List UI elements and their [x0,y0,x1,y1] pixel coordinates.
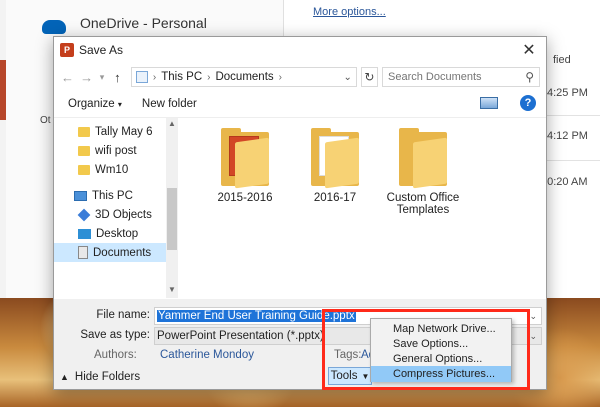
chevron-down-icon[interactable]: ⌄ [529,331,537,342]
menu-item-compress-pictures[interactable]: Compress Pictures... [371,366,511,382]
tools-menu: Map Network Drive... Save Options... Gen… [370,318,512,382]
close-button[interactable]: ✕ [520,41,538,59]
row-divider [540,115,600,116]
nav-item-3d-objects[interactable]: 3D Objects [54,205,166,224]
organize-label: Organize [68,98,115,110]
recent-time-2: 4:12 PM [547,130,588,142]
hide-folders-button[interactable]: ▲ Hide Folders [60,371,140,383]
folder-label: 2016-17 [313,192,357,204]
recent-time-3: 10:20 AM [541,176,588,188]
computer-icon [74,190,87,201]
hide-folders-label: Hide Folders [74,371,141,383]
nav-item-desktop[interactable]: Desktop [54,224,166,243]
chevron-down-icon: ▼ [361,371,370,381]
tools-label: Tools [330,370,358,382]
nav-item-label: Wm10 [95,163,129,176]
file-list: 2015-2016 2016-17 Custom Office Template… [178,118,546,298]
modified-fragment: fied [553,54,571,66]
onedrive-cloud-icon [42,20,66,34]
pc-location-icon [135,71,148,83]
folder-label: 2015-2016 [217,192,273,204]
refresh-icon: ↻ [364,70,375,84]
help-icon[interactable]: ? [520,95,536,111]
folder-item[interactable]: Custom Office Templates [378,128,468,216]
search-input[interactable] [388,71,520,83]
folder-label: Custom Office Templates [386,192,460,216]
backstage-red-accent [0,60,6,120]
nav-item-label: Desktop [96,227,139,240]
folder-item[interactable]: 2015-2016 [200,128,290,204]
folder-item[interactable]: 2016-17 [290,128,380,204]
file-name-label: File name: [96,309,150,321]
save-as-type-label: Save as type: [80,329,150,341]
address-bar[interactable]: › This PC › Documents › ⌄ [130,67,357,87]
folder-icon [221,128,269,189]
nav-item-label: wifi post [95,144,137,157]
left-fragment: Ot [40,115,51,126]
breadcrumb-separator-icon[interactable]: › [153,72,156,83]
dialog-titlebar: P Save As ✕ [54,37,546,63]
nav-item-label: This PC [92,189,133,202]
search-box[interactable]: ⚲ [382,67,540,87]
3d-objects-icon [77,208,91,221]
row-divider [540,160,600,161]
breadcrumb-separator-icon[interactable]: › [279,72,282,83]
nav-item-tally-may-6[interactable]: Tally May 6 [54,122,166,141]
file-name-value: Yammer End User Training Guide.pptx [157,310,356,322]
nav-item-label: Documents [93,246,152,259]
nav-item-wm10[interactable]: Wm10 [54,160,166,179]
authors-value[interactable]: Catherine Mondoy [160,349,254,361]
chevron-up-icon: ▲ [60,372,69,382]
nav-scrollbar-thumb[interactable] [167,188,177,250]
menu-item-general-options[interactable]: General Options... [371,351,511,367]
folder-icon [399,128,447,189]
organize-chevron-icon: ▾ [117,100,122,109]
back-arrow-icon[interactable]: ← [60,67,75,87]
folder-icon [78,145,90,156]
breadcrumb-separator-icon[interactable]: › [207,72,210,83]
nav-item-this-pc[interactable]: This PC [54,186,166,205]
dialog-title: Save As [79,43,124,57]
tools-button[interactable]: Tools ▼ [328,367,372,385]
organize-button[interactable]: Organize ▾ [68,98,122,110]
documents-icon [78,246,88,259]
authors-label: Authors: [94,349,137,361]
save-as-type-value: PowerPoint Presentation (*.pptx) [157,330,324,342]
address-dropdown-icon[interactable]: ⌄ [344,72,352,83]
navigation-bar: ← → ▾ ↑ › This PC › Documents › ⌄ ↻ ⚲ [54,63,546,91]
folder-icon [78,126,90,137]
nav-item-label: 3D Objects [95,208,152,221]
forward-arrow-icon[interactable]: → [79,67,94,87]
recent-time-1: 4:25 PM [547,87,588,99]
folder-icon [78,164,90,175]
breadcrumb-this-pc[interactable]: This PC [161,71,202,83]
command-toolbar: Organize ▾ New folder ? [54,91,546,117]
folder-icon [311,128,359,189]
breadcrumb-documents[interactable]: Documents [215,71,273,83]
tags-label: Tags: [334,349,362,361]
search-icon[interactable]: ⚲ [525,70,534,84]
up-arrow-icon[interactable]: ↑ [110,67,125,87]
powerpoint-icon: P [60,43,74,57]
scroll-down-icon[interactable]: ▼ [166,284,178,296]
menu-item-save-options[interactable]: Save Options... [371,336,511,352]
scroll-up-icon[interactable]: ▲ [166,118,178,130]
navigation-pane[interactable]: Tally May 6 wifi post Wm10 This PC 3D Ob… [54,118,178,298]
refresh-button[interactable]: ↻ [360,67,378,87]
change-view-icon[interactable] [480,97,498,109]
chevron-down-icon[interactable]: ⌄ [529,311,537,322]
menu-item-map-network-drive[interactable]: Map Network Drive... [371,321,511,337]
new-folder-button[interactable]: New folder [142,98,197,110]
onedrive-location[interactable]: OneDrive - Personal [80,15,207,31]
nav-item-label: Tally May 6 [95,125,153,138]
desktop-icon [78,228,91,239]
more-options-link[interactable]: More options... [313,6,386,18]
browser-area: Tally May 6 wifi post Wm10 This PC 3D Ob… [54,117,546,298]
nav-item-wifi-post[interactable]: wifi post [54,141,166,160]
nav-item-documents[interactable]: Documents [54,243,166,262]
recent-locations-chevron-icon[interactable]: ▾ [98,67,106,87]
